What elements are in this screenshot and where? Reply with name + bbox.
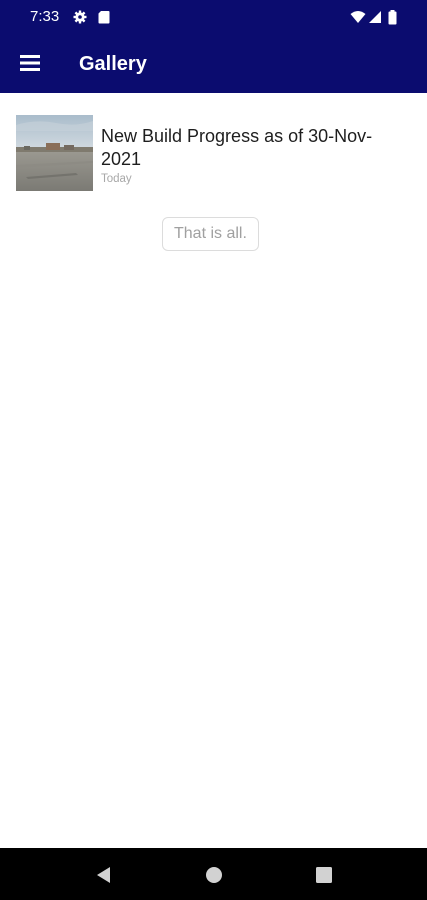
page-title: Gallery [79, 53, 147, 75]
navigation-bar [0, 848, 427, 900]
gallery-list: New Build Progress as of 30-Nov-2021 Tod… [0, 93, 427, 848]
back-icon [94, 865, 114, 885]
recents-icon [314, 865, 334, 885]
home-icon [204, 865, 224, 885]
top-bar: 7:33 Gallery [0, 0, 427, 93]
cell-signal-icon [368, 10, 382, 24]
status-bar: 7:33 [0, 0, 427, 36]
status-time: 7:33 [30, 8, 60, 25]
hamburger-menu-icon [16, 50, 46, 76]
gallery-item-date: Today [101, 173, 132, 185]
home-button[interactable] [204, 865, 224, 885]
back-button[interactable] [94, 865, 114, 885]
settings-gear-icon [73, 10, 87, 24]
end-of-list-badge: That is all. [162, 217, 259, 251]
gallery-item[interactable]: New Build Progress as of 30-Nov-2021 Tod… [16, 115, 411, 191]
gallery-thumbnail [16, 115, 93, 191]
gallery-item-title: New Build Progress as of 30-Nov-2021 [101, 126, 373, 169]
wifi-icon [350, 10, 366, 24]
sd-card-icon [98, 10, 112, 24]
menu-button[interactable] [16, 50, 46, 76]
battery-icon [388, 10, 397, 25]
recents-button[interactable] [314, 865, 334, 885]
app-bar: Gallery [0, 36, 427, 93]
